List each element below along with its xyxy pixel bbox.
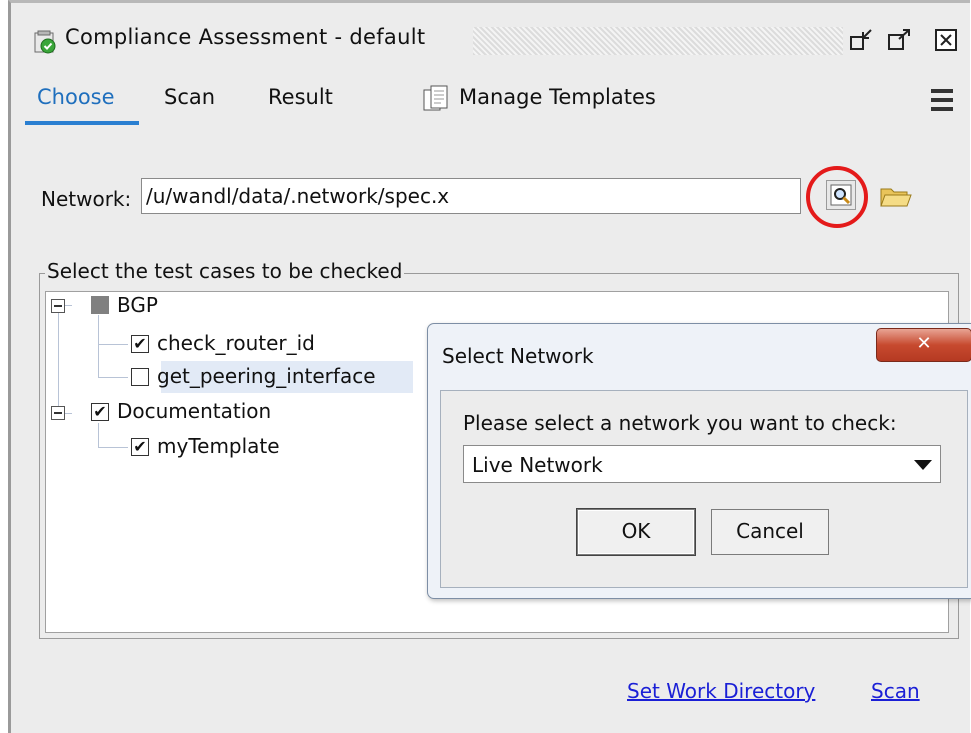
active-tab-indicator	[25, 121, 139, 125]
tree-node-mytemplate[interactable]: myTemplate	[157, 434, 280, 458]
dropdown-arrow-icon	[914, 460, 932, 470]
tree-line	[98, 423, 99, 447]
tab-bar: Choose Scan Result Manage Templates	[11, 85, 970, 129]
network-label: Network:	[41, 187, 132, 211]
tree-line	[58, 305, 59, 413]
check-router-id-checkbox[interactable]: ✔	[131, 335, 149, 353]
tab-scan[interactable]: Scan	[164, 85, 215, 109]
tree-line	[98, 377, 128, 378]
dialog-close-button[interactable]: ✕	[876, 328, 971, 362]
ok-button[interactable]: OK	[577, 509, 695, 555]
dialog-prompt: Please select a network you want to chec…	[463, 411, 897, 435]
bgp-checkbox[interactable]	[91, 296, 109, 314]
tab-result[interactable]: Result	[268, 85, 333, 109]
dialog-title: Select Network	[442, 344, 594, 368]
manage-templates-label: Manage Templates	[459, 85, 656, 109]
dialog-body: Please select a network you want to chec…	[440, 390, 968, 588]
menu-icon[interactable]	[931, 89, 953, 111]
templates-icon	[423, 85, 448, 111]
open-folder-icon[interactable]	[879, 183, 913, 209]
tree-line	[98, 447, 128, 448]
network-path-input[interactable]	[141, 178, 801, 214]
get-peering-interface-checkbox[interactable]	[131, 368, 149, 386]
cancel-button[interactable]: Cancel	[711, 509, 829, 555]
set-work-directory-link[interactable]: Set Work Directory	[627, 679, 815, 703]
collapse-bgp-toggle[interactable]	[51, 299, 65, 313]
tree-node-documentation[interactable]: Documentation	[117, 399, 271, 423]
tree-node-check-router-id[interactable]: check_router_id	[157, 331, 315, 355]
tree-node-get-peering-interface[interactable]: get_peering_interface	[157, 364, 376, 388]
compliance-assessment-window: Compliance Assessment - default Choose S…	[8, 0, 971, 733]
network-select-value: Live Network	[472, 453, 603, 477]
tab-choose[interactable]: Choose	[37, 85, 115, 109]
select-network-dialog: Select Network ✕ Please select a network…	[427, 323, 971, 599]
test-cases-legend: Select the test cases to be checked	[45, 259, 405, 283]
title-drag-area[interactable]	[473, 27, 843, 55]
highlight-circle	[806, 166, 868, 228]
title-bar[interactable]: Compliance Assessment - default	[11, 3, 970, 65]
tree-line	[98, 344, 128, 345]
close-window-icon[interactable]	[933, 27, 959, 53]
tree-node-bgp[interactable]: BGP	[117, 293, 158, 317]
compliance-app-icon	[34, 30, 56, 54]
window-title: Compliance Assessment - default	[65, 25, 426, 49]
close-icon: ✕	[916, 333, 932, 354]
tree-line	[98, 315, 99, 377]
network-select[interactable]: Live Network	[463, 445, 941, 483]
documentation-checkbox[interactable]: ✔	[91, 403, 109, 421]
scan-link[interactable]: Scan	[871, 679, 920, 703]
collapse-documentation-toggle[interactable]	[51, 406, 65, 420]
restore-icon[interactable]	[849, 27, 875, 53]
mytemplate-checkbox[interactable]: ✔	[131, 438, 149, 456]
maximize-icon[interactable]	[887, 27, 913, 53]
